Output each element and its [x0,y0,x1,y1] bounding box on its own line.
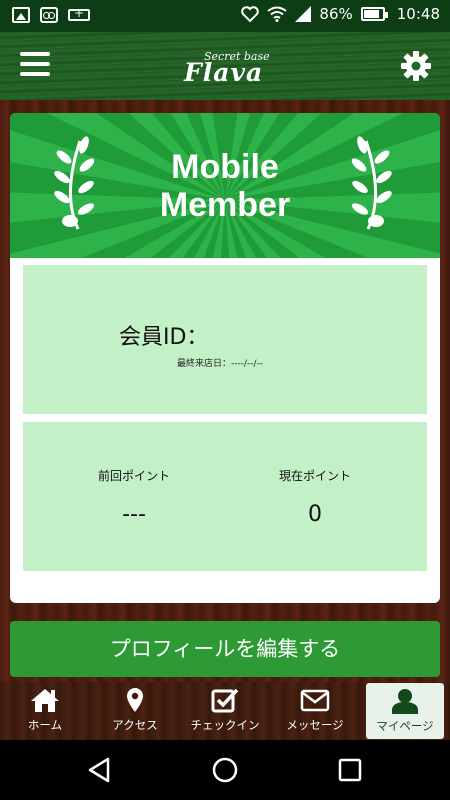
current-points-label: 現在ポイント [278,469,351,483]
tab-checkin[interactable]: チェックイン [180,682,270,740]
home-circle-icon[interactable] [211,756,239,784]
points-panel: 前回ポイント --- 現在ポイント 0 [23,422,427,571]
hamburger-menu-icon[interactable] [20,52,50,78]
tab-checkin-label: チェックイン [190,718,260,732]
previous-points: 前回ポイント --- [64,467,204,527]
flava-logo: Secret base Flava [180,44,270,90]
wifi-icon [267,6,288,22]
map-pin-icon [127,688,143,712]
logo-title: Flava [184,58,264,87]
current-points: 現在ポイント 0 [245,467,385,527]
back-icon[interactable] [86,756,114,784]
status-bar: 86% 10:48 [0,0,450,32]
clock: 10:48 [396,5,440,23]
heart-status-icon [241,6,260,22]
battery-percent: 86% [319,5,353,23]
battery-icon [360,7,388,21]
home-icon [31,689,59,712]
member-id-panel: 会員ID： 最終来店日：----/--/-- [23,265,427,414]
current-points-value: 0 [308,502,322,527]
voicemail-notification-icon [40,7,58,23]
tab-mypage[interactable]: マイページ [366,683,444,739]
signal-icon [295,6,312,22]
tab-home[interactable]: ホーム [0,682,90,740]
system-status: 86% 10:48 [241,5,440,23]
tab-home-label: ホーム [27,718,63,732]
notification-icons [12,6,90,23]
battery-saver-icon [68,6,90,21]
checkbox-icon [211,688,239,713]
last-visit-date: 最終来店日：----/--/-- [177,359,264,369]
envelope-icon [300,689,330,712]
bottom-tab-bar: ホーム アクセス チェックイン メッセージ マイページ [0,682,450,740]
tab-access[interactable]: アクセス [90,682,180,740]
recent-apps-icon[interactable] [336,756,364,784]
previous-points-value: --- [122,502,146,527]
gear-icon[interactable] [400,50,432,82]
previous-points-label: 前回ポイント [97,469,170,483]
system-navigation-bar [0,740,450,800]
laurel-right-icon [352,136,392,230]
member-id-label: 会員ID： [119,325,209,350]
member-card: Mobile Member 会員ID： 最終来店日：----/--/-- 前回ポ… [10,113,440,603]
tab-mypage-label: マイページ [376,719,434,733]
tab-message[interactable]: メッセージ [270,682,360,740]
user-icon [392,689,418,714]
tab-message-label: メッセージ [286,718,344,732]
app-header: Secret base Flava [0,32,450,100]
tab-access-label: アクセス [112,718,158,732]
image-notification-icon [12,7,30,23]
member-card-header: Mobile Member [10,113,440,258]
edit-profile-button[interactable]: プロフィールを編集する [10,621,440,677]
